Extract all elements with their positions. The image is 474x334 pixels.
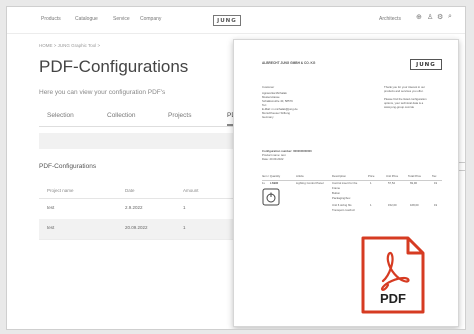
pdf-file-icon[interactable]: PDF: [360, 235, 426, 315]
doc-cell: 1: [370, 181, 372, 185]
nav-products[interactable]: Products: [41, 16, 61, 22]
doc-info-line: www.jung-group.com/de: [384, 105, 415, 109]
pdf-icon-label: PDF: [380, 291, 406, 306]
user-icon[interactable]: ♙: [427, 13, 433, 21]
doc-customer-line: Germany: [262, 115, 274, 119]
doc-col-total-price: Total Price: [408, 174, 422, 178]
doc-cell: 1x: [262, 181, 265, 185]
nav-architects[interactable]: Architects: [379, 16, 401, 22]
header-amount[interactable]: Amount: [183, 188, 199, 193]
header-date[interactable]: Date: [125, 188, 135, 193]
settings-icon[interactable]: ⚙: [437, 13, 443, 21]
nav-company[interactable]: Company: [140, 16, 161, 22]
doc-col-description: Description: [332, 174, 346, 178]
doc-cell: 152,00: [388, 203, 397, 207]
cell-project: test: [47, 205, 55, 210]
doc-cell: LS990: [270, 181, 279, 185]
cell-date: 20.09.2022: [125, 225, 148, 230]
cell-amount: 1: [183, 225, 186, 230]
tab-projects[interactable]: Projects: [168, 112, 191, 119]
doc-col-unit-price: Unit Price: [386, 174, 399, 178]
doc-cell: 168,00: [410, 203, 419, 207]
doc-table-row: Transport cost/incl: [262, 208, 442, 214]
doc-cell: Packaging/box: [332, 196, 351, 200]
cell-amount: 1: [183, 205, 186, 210]
doc-cell: 57,52: [388, 181, 395, 185]
page-title: PDF-Configurations: [39, 57, 189, 76]
doc-company-name: ALBRECHT JUNG GMBH & CO. KG: [262, 61, 316, 65]
page-subtitle: Here you can view your configuration PDF…: [39, 89, 166, 96]
doc-date: Date: 20.09.2022: [262, 157, 284, 161]
doc-cell: Lighting Control Panel: [296, 181, 324, 185]
doc-customer-line: Customer: [262, 85, 275, 89]
doc-cell: Button: [332, 191, 341, 195]
doc-cell: Frame: [332, 186, 341, 190]
header-project-name[interactable]: Project name: [47, 188, 74, 193]
doc-cell: 19: [434, 181, 438, 185]
doc-col-item: Item / Quantity: [262, 174, 281, 178]
cell-project: test: [47, 225, 55, 230]
top-navigation: Products Catalogue Service Company JUNG …: [7, 7, 465, 34]
nav-catalogue[interactable]: Catalogue: [75, 16, 98, 22]
globe-icon[interactable]: ⊕: [416, 13, 422, 21]
nav-service[interactable]: Service: [113, 16, 130, 22]
tab-collection[interactable]: Collection: [107, 112, 136, 119]
doc-table-header: Item / Quantity Article Description Pric…: [262, 174, 442, 181]
doc-col-price: Price: [368, 174, 375, 178]
doc-col-article: Article: [296, 174, 304, 178]
doc-info-line: products and services you offer.: [384, 89, 424, 93]
section-title: PDF-Configurations: [39, 163, 97, 170]
doc-cell: Unit 6 sizing fits: [332, 203, 352, 207]
app-window: Products Catalogue Service Company JUNG …: [6, 6, 466, 330]
doc-cell: 1: [370, 203, 372, 207]
doc-cell: Control insert for the: [332, 181, 358, 185]
doc-table-row: Packaging/box: [262, 196, 442, 202]
search-icon[interactable]: ⌕: [448, 13, 452, 21]
breadcrumb[interactable]: HOME > JUNG Graphic Tool >: [39, 43, 100, 48]
jung-logo[interactable]: JUNG: [213, 15, 241, 26]
doc-jung-logo: JUNG: [410, 59, 442, 70]
doc-cell: 69,90: [410, 181, 417, 185]
switch-product-icon: [262, 188, 280, 206]
tab-selection[interactable]: Selection: [47, 112, 74, 119]
doc-cell: 19: [434, 203, 438, 207]
cell-date: 2.9.2022: [125, 205, 143, 210]
pdf-preview[interactable]: ALBRECHT JUNG GMBH & CO. KG JUNG Custome…: [233, 39, 459, 327]
doc-col-tax: Tax: [432, 174, 437, 178]
doc-cell: Transport cost/incl: [332, 208, 355, 212]
